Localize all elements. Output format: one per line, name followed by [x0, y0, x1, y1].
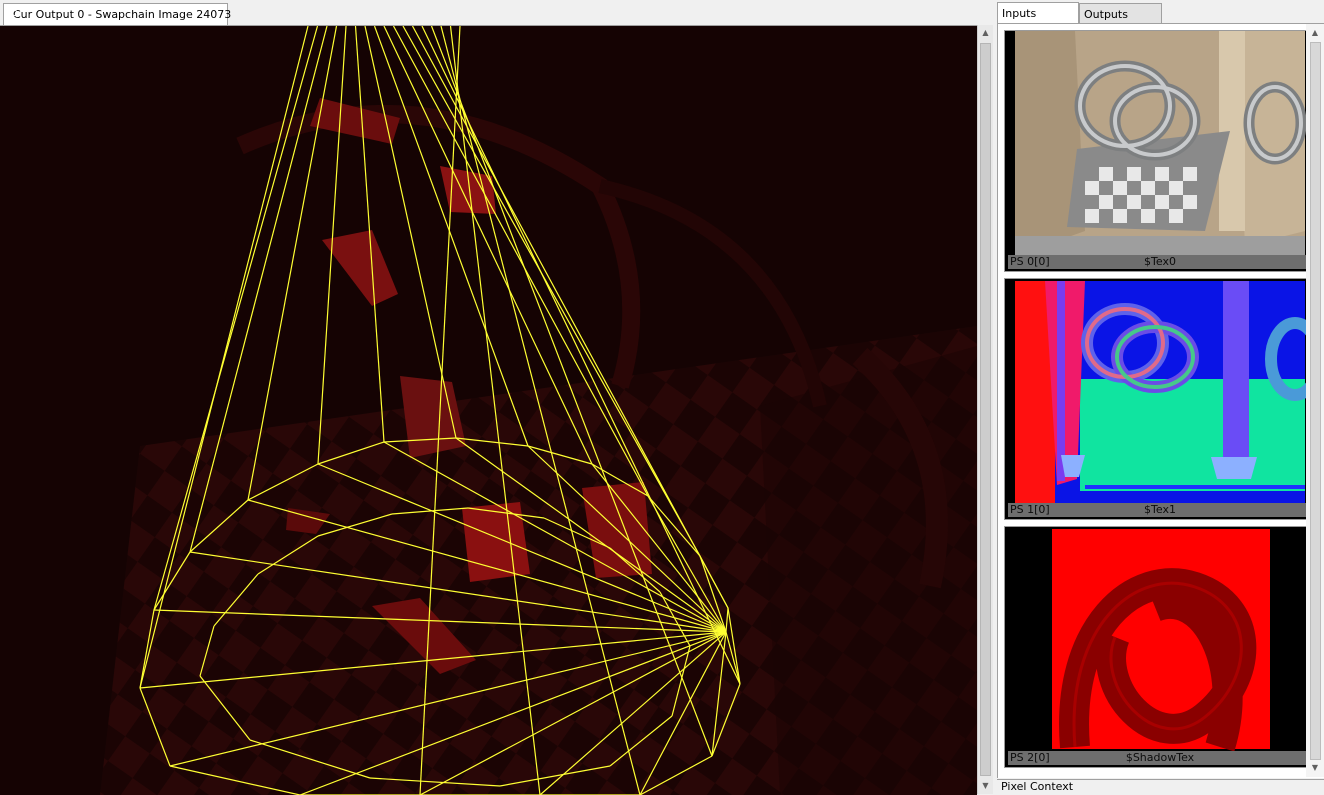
- scroll-up-arrow-icon[interactable]: ▲: [1310, 26, 1320, 40]
- scroll-down-arrow-icon[interactable]: ▼: [978, 778, 993, 794]
- texture-viewer-tab-label: Cur Output 0 - Swapchain Image 24073: [13, 8, 232, 21]
- scroll-down-arrow-icon[interactable]: ▼: [1310, 761, 1320, 775]
- shadow-map-preview: [1005, 527, 1315, 767]
- viewport-vertical-scrollbar[interactable]: ▲ ▼: [977, 25, 993, 794]
- texture-viewer-tab[interactable]: Cur Output 0 - Swapchain Image 24073: [3, 3, 232, 25]
- swapchain-image: [0, 26, 977, 795]
- inputs-thumbnail-list: PS 0[0] $Tex0 PS 1[0] $Tex1 PS 2[0] $Sha…: [997, 23, 1324, 778]
- texture-viewport[interactable]: [0, 25, 977, 795]
- thumbnail-tex0[interactable]: PS 0[0] $Tex0: [1004, 30, 1316, 272]
- normals-preview: [1005, 279, 1315, 519]
- thumbnail-caption: PS 2[0] $ShadowTex: [1008, 751, 1312, 765]
- resource-tabs: Inputs Outputs: [996, 2, 1324, 23]
- thumbnail-resource-name: $Tex1: [1144, 503, 1176, 516]
- lit-scene-preview: [1005, 31, 1315, 271]
- tab-outputs[interactable]: Outputs: [1079, 3, 1162, 23]
- scrollbar-thumb[interactable]: [1310, 42, 1321, 760]
- thumbnail-tex1[interactable]: PS 1[0] $Tex1: [1004, 278, 1316, 520]
- thumbnail-caption: PS 0[0] $Tex0: [1008, 255, 1312, 269]
- thumbnail-resource-name: $Tex0: [1144, 255, 1176, 268]
- thumbnail-resource-name: $ShadowTex: [1125, 751, 1195, 764]
- scrollbar-thumb[interactable]: [980, 43, 991, 776]
- thumbnail-shadowtex[interactable]: PS 2[0] $ShadowTex: [1004, 526, 1316, 768]
- tab-inputs[interactable]: Inputs: [997, 2, 1079, 23]
- thumbnails-vertical-scrollbar[interactable]: ▲ ▼: [1306, 24, 1324, 777]
- thumbnail-caption: PS 1[0] $Tex1: [1008, 503, 1312, 517]
- scroll-up-arrow-icon[interactable]: ▲: [978, 25, 993, 41]
- pixel-context-header[interactable]: Pixel Context: [997, 779, 1324, 794]
